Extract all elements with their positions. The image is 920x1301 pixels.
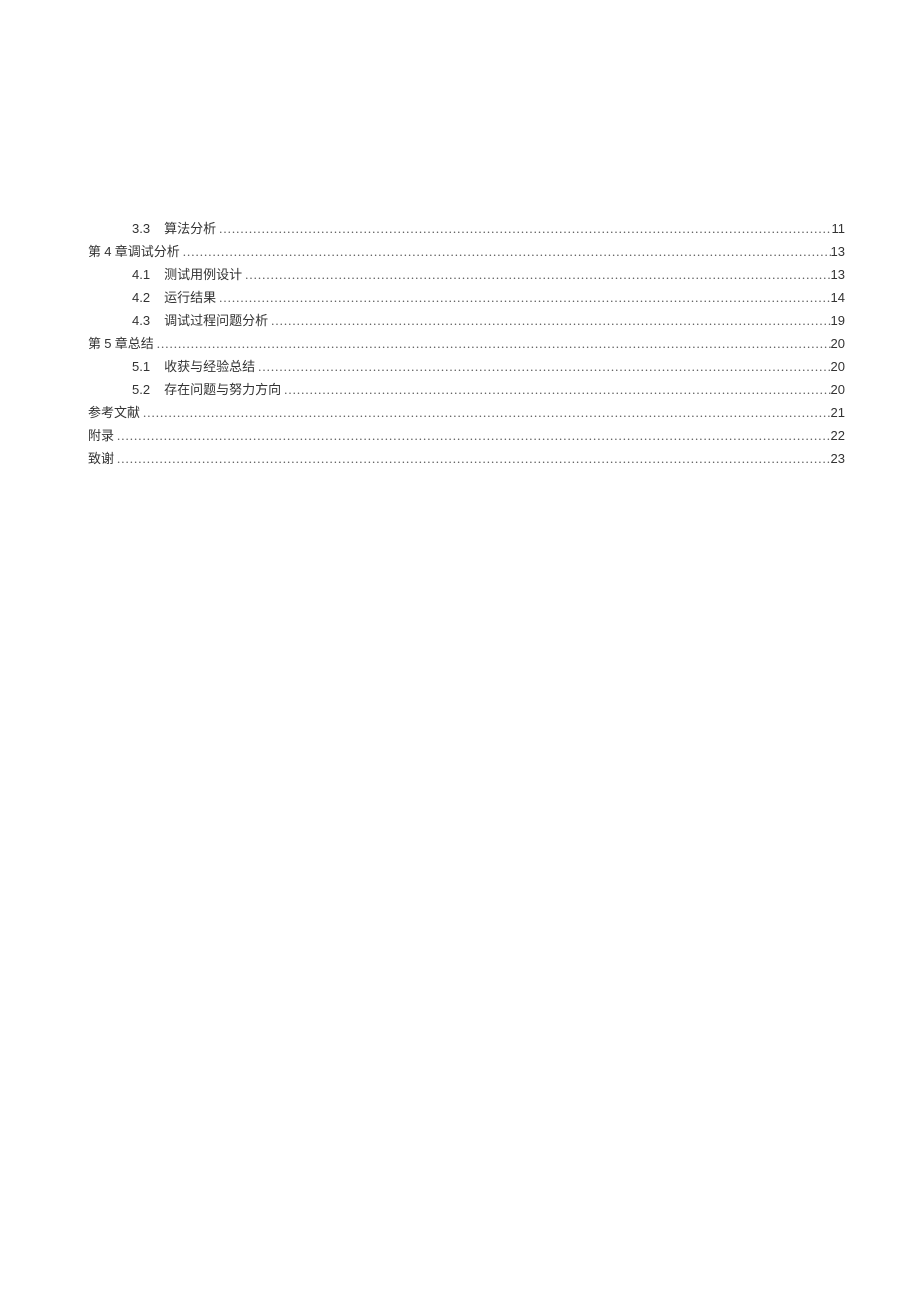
- toc-entry-number: 5.1: [132, 359, 150, 374]
- toc-entry-page: 20: [831, 378, 845, 401]
- toc-entry-title: 调试过程问题分析: [164, 313, 268, 328]
- toc-label: 附录: [88, 424, 114, 447]
- toc-entry: 第 5 章总结 20: [88, 332, 845, 355]
- toc-leader-dots: [154, 332, 831, 355]
- table-of-contents: 3.3 算法分析 11 第 4 章调试分析 13 4.1 测试用例设计 13 4.2 运行结果 14…: [88, 217, 845, 470]
- toc-label: 4.2 运行结果: [132, 286, 216, 309]
- toc-label: 第 5 章总结: [88, 332, 154, 355]
- toc-leader-dots: [216, 286, 830, 309]
- toc-leader-dots: [281, 378, 830, 401]
- toc-label: 致谢: [88, 447, 114, 470]
- toc-leader-dots: [140, 401, 831, 424]
- toc-entry-title: 参考文献: [88, 405, 140, 420]
- toc-leader-dots: [114, 447, 831, 470]
- toc-label: 4.1 测试用例设计: [132, 263, 242, 286]
- toc-entry-page: 19: [831, 309, 845, 332]
- toc-entry-page: 14: [831, 286, 845, 309]
- toc-entry-number: 5.2: [132, 382, 150, 397]
- toc-label: 4.3 调试过程问题分析: [132, 309, 268, 332]
- toc-entry-title: 存在问题与努力方向: [164, 382, 281, 397]
- toc-leader-dots: [180, 240, 831, 263]
- toc-entry-number: 4.1: [132, 267, 150, 282]
- toc-entry: 3.3 算法分析 11: [88, 217, 845, 240]
- toc-entry-title: 致谢: [88, 451, 114, 466]
- toc-entry-page: 20: [831, 332, 845, 355]
- toc-entry: 4.3 调试过程问题分析 19: [88, 309, 845, 332]
- toc-leader-dots: [268, 309, 830, 332]
- toc-label: 3.3 算法分析: [132, 217, 216, 240]
- toc-entry-page: 13: [831, 263, 845, 286]
- toc-entry-number: 3.3: [132, 221, 150, 236]
- toc-entry-page: 13: [831, 240, 845, 263]
- toc-entry-number: 第 5 章: [88, 336, 128, 351]
- toc-label: 5.1 收获与经验总结: [132, 355, 255, 378]
- toc-entry-page: 11: [832, 217, 846, 240]
- toc-entry: 附录 22: [88, 424, 845, 447]
- toc-entry-number: 4.2: [132, 290, 150, 305]
- toc-leader-dots: [242, 263, 830, 286]
- toc-label: 第 4 章调试分析: [88, 240, 180, 263]
- toc-entry: 5.1 收获与经验总结 20: [88, 355, 845, 378]
- toc-entry-title: 总结: [128, 336, 154, 351]
- toc-leader-dots: [114, 424, 831, 447]
- toc-entry-title: 收获与经验总结: [164, 359, 255, 374]
- toc-entry-title: 附录: [88, 428, 114, 443]
- toc-entry-number: 第 4 章: [88, 244, 128, 259]
- toc-entry: 致谢 23: [88, 447, 845, 470]
- toc-entry-title: 调试分析: [128, 244, 180, 259]
- toc-leader-dots: [255, 355, 830, 378]
- toc-label: 参考文献: [88, 401, 140, 424]
- toc-entry: 5.2 存在问题与努力方向 20: [88, 378, 845, 401]
- toc-entry-title: 运行结果: [164, 290, 216, 305]
- toc-entry: 4.1 测试用例设计 13: [88, 263, 845, 286]
- toc-entry: 参考文献 21: [88, 401, 845, 424]
- toc-entry-page: 20: [831, 355, 845, 378]
- toc-leader-dots: [216, 217, 831, 240]
- toc-entry: 4.2 运行结果 14: [88, 286, 845, 309]
- toc-label: 5.2 存在问题与努力方向: [132, 378, 281, 401]
- toc-entry: 第 4 章调试分析 13: [88, 240, 845, 263]
- toc-entry-page: 21: [831, 401, 845, 424]
- toc-entry-title: 测试用例设计: [164, 267, 242, 282]
- toc-entry-title: 算法分析: [164, 221, 216, 236]
- toc-entry-number: 4.3: [132, 313, 150, 328]
- toc-entry-page: 22: [831, 424, 845, 447]
- toc-entry-page: 23: [831, 447, 845, 470]
